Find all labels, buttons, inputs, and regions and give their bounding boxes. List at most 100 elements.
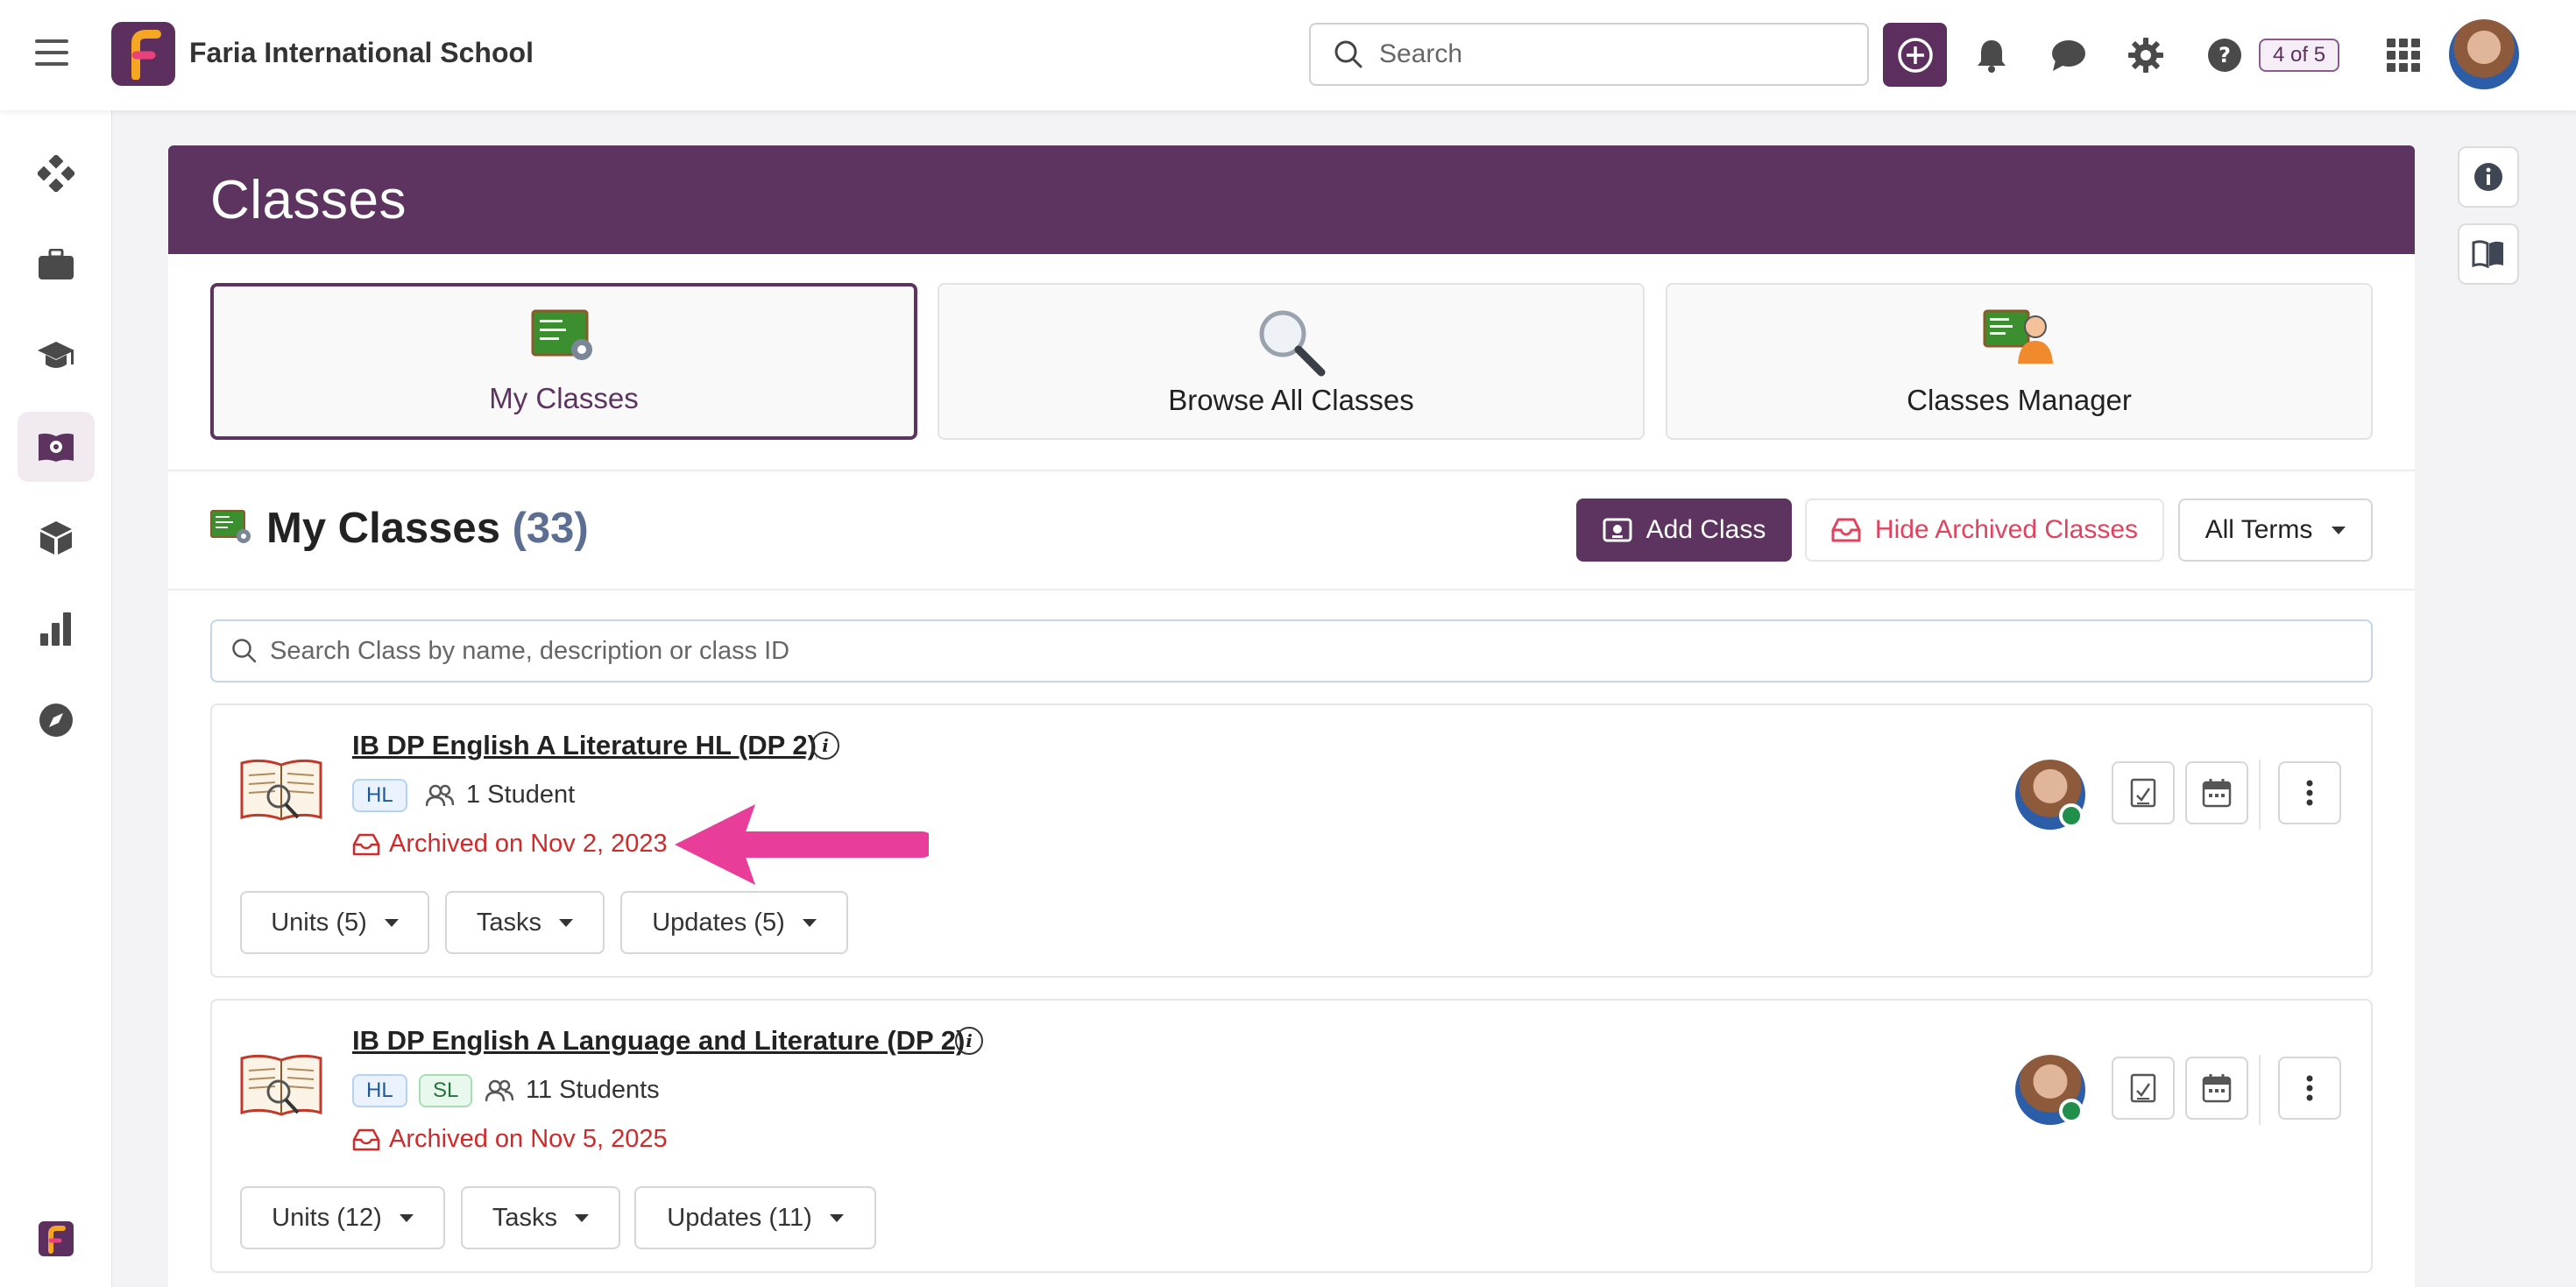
calendar-icon: [2202, 1074, 2232, 1103]
tile-browse-all-classes[interactable]: Browse All Classes: [938, 283, 1645, 440]
sidebar-item-classes[interactable]: [18, 412, 95, 482]
add-class-label: Add Class: [1645, 515, 1766, 544]
classes-board-icon: [531, 309, 592, 360]
create-button[interactable]: [1883, 23, 1947, 87]
caret-down-icon: [384, 918, 399, 927]
dashboard-diamond-icon: [38, 155, 74, 192]
sl-badge: SL: [419, 1074, 473, 1107]
inbox-icon: [352, 833, 380, 855]
sidebar-faria-logo[interactable]: [18, 1204, 95, 1274]
student-count[interactable]: 1 Student: [426, 781, 575, 810]
gear-icon[interactable]: [2126, 35, 2166, 75]
updates-dropdown[interactable]: Updates (5): [620, 891, 848, 954]
class-title-link[interactable]: IB DP English A Language and Literature …: [352, 1025, 965, 1057]
tile-classes-manager[interactable]: Classes Manager: [1666, 283, 2373, 440]
class-count: (33): [512, 505, 589, 552]
units-label: Units (5): [271, 908, 367, 937]
units-dropdown[interactable]: Units (12): [240, 1186, 445, 1249]
graduation-cap-icon: [38, 342, 74, 368]
caret-down-icon: [559, 918, 574, 927]
sidebar-item-academics[interactable]: [18, 321, 95, 391]
section-title: My Classes (33): [266, 504, 589, 553]
hide-archived-label: Hide Archived Classes: [1874, 515, 2139, 544]
inbox-icon: [1831, 518, 1861, 542]
class-info-icon[interactable]: i: [811, 732, 839, 760]
left-sidebar: [0, 110, 112, 1287]
search-placeholder: Search: [1379, 39, 1463, 68]
hide-archived-button[interactable]: Hide Archived Classes: [1805, 499, 2164, 562]
school-name[interactable]: Faria International School: [189, 37, 534, 69]
updates-label: Updates (5): [652, 908, 785, 937]
open-book-class-icon: [240, 759, 322, 821]
chat-icon[interactable]: [2049, 35, 2089, 75]
gradebook-button[interactable]: [2112, 1057, 2175, 1120]
add-class-button[interactable]: Add Class: [1576, 499, 1792, 562]
student-count-label: 11 Students: [526, 1076, 660, 1104]
tasks-dropdown[interactable]: Tasks: [445, 891, 605, 954]
menu-icon[interactable]: [35, 39, 68, 66]
info-icon: [2474, 163, 2502, 191]
svg-text:?: ?: [2219, 43, 2231, 67]
section-title-text: My Classes: [266, 505, 500, 552]
tile-label: My Classes: [489, 382, 639, 414]
more-options-button[interactable]: [2278, 1057, 2341, 1120]
student-count[interactable]: 11 Students: [485, 1076, 660, 1105]
apps-grid-icon[interactable]: [2383, 35, 2424, 75]
global-search-input[interactable]: Search: [1309, 23, 1869, 86]
sidebar-item-briefcase[interactable]: [18, 230, 95, 300]
more-options-button[interactable]: [2278, 761, 2341, 824]
faria-logo-icon[interactable]: [111, 22, 175, 86]
faria-small-logo-icon: [39, 1221, 74, 1256]
sidebar-item-modules[interactable]: [18, 503, 95, 573]
tasks-label: Tasks: [492, 1203, 558, 1232]
units-label: Units (12): [272, 1203, 382, 1232]
archived-status: Archived on Nov 5, 2025: [352, 1125, 668, 1154]
user-avatar[interactable]: [2449, 19, 2519, 89]
checklist-icon: [2130, 778, 2156, 808]
archived-status: Archived on Nov 2, 2023: [352, 830, 668, 859]
tile-my-classes[interactable]: My Classes: [210, 283, 917, 440]
kebab-menu-icon: [2306, 1075, 2313, 1101]
compass-icon: [39, 704, 73, 737]
terms-dropdown[interactable]: All Terms: [2178, 499, 2373, 562]
guide-panel-button[interactable]: [2458, 223, 2519, 285]
users-icon: [485, 1079, 513, 1101]
sidebar-item-reports[interactable]: [18, 594, 95, 664]
classes-panel: Classes My Classes Browse All Classes Cl…: [168, 145, 2415, 1287]
class-card: IB DP English A Language and Literature …: [210, 999, 2373, 1273]
gradebook-button[interactable]: [2112, 761, 2175, 824]
users-icon: [426, 784, 454, 806]
caret-down-icon: [802, 918, 817, 927]
onboarding-counter-badge[interactable]: 4 of 5: [2259, 39, 2340, 72]
caret-down-icon: [399, 1213, 414, 1222]
annotation-arrow-icon: [675, 804, 929, 885]
magnifier-icon: [1259, 310, 1325, 377]
units-dropdown[interactable]: Units (5): [240, 891, 429, 954]
cube-icon: [40, 521, 72, 555]
open-book-icon: [2472, 240, 2503, 268]
class-search-input[interactable]: Search Class by name, description or cla…: [210, 619, 2373, 682]
help-icon[interactable]: ?: [2204, 35, 2245, 75]
search-icon: [232, 639, 257, 663]
calendar-button[interactable]: [2185, 761, 2248, 824]
archived-date: Archived on Nov 5, 2025: [389, 1125, 668, 1153]
info-panel-button[interactable]: [2458, 146, 2519, 208]
class-info-icon[interactable]: i: [955, 1027, 983, 1055]
tasks-dropdown[interactable]: Tasks: [461, 1186, 620, 1249]
calendar-button[interactable]: [2185, 1057, 2248, 1120]
class-title-link[interactable]: IB DP English A Literature HL (DP 2): [352, 730, 817, 761]
student-count-label: 1 Student: [466, 781, 576, 809]
updates-label: Updates (11): [667, 1203, 812, 1232]
bell-icon[interactable]: [1971, 35, 2012, 75]
sidebar-item-dashboard[interactable]: [18, 138, 95, 209]
add-class-icon: [1603, 518, 1632, 542]
page-title: Classes: [210, 170, 407, 230]
archived-date: Archived on Nov 2, 2023: [389, 830, 668, 858]
calendar-icon: [2202, 779, 2232, 808]
updates-dropdown[interactable]: Updates (11): [634, 1186, 876, 1249]
checklist-icon: [2130, 1073, 2156, 1103]
open-book-class-icon: [240, 1054, 322, 1116]
sidebar-item-explore[interactable]: [18, 685, 95, 755]
classes-book-icon: [39, 433, 74, 462]
divider: [2259, 1055, 2261, 1125]
